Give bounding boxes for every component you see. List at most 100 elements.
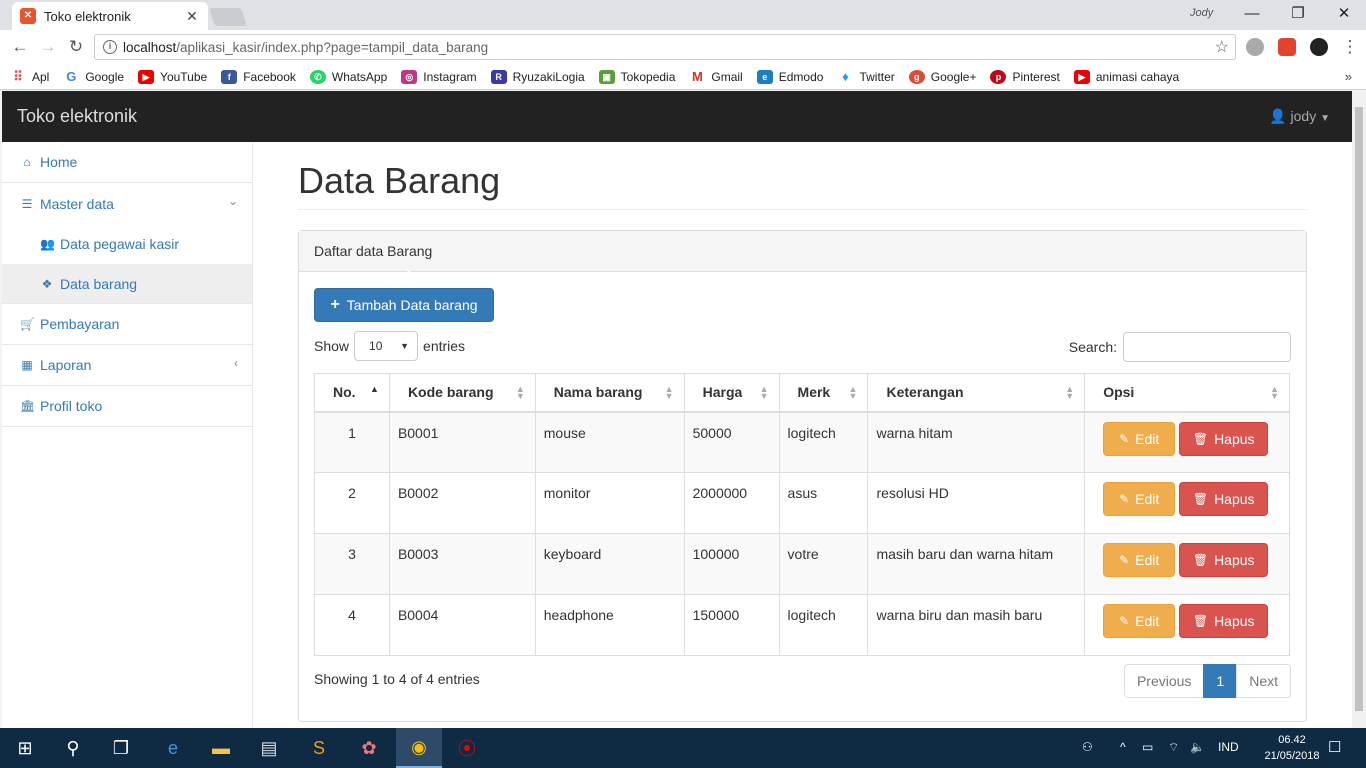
previous-page-button[interactable]: Previous (1123, 664, 1205, 698)
extension-icon[interactable] (1278, 38, 1296, 56)
url-field[interactable]: i localhost /aplikasi_kasir/index.php?pa… (94, 34, 1236, 60)
delete-button[interactable]: 🗑 Hapus (1179, 604, 1269, 638)
scrollbar-thumb[interactable] (1355, 107, 1363, 711)
wifi-icon[interactable]: ⌔ (1168, 740, 1179, 755)
edmodo-icon: e (756, 69, 773, 84)
sidebar-item-barang[interactable]: ❖ Data barang (2, 264, 252, 304)
tab-close-icon[interactable]: ✕ (184, 8, 200, 25)
window-user-label[interactable]: Jody (1190, 7, 1213, 19)
clock[interactable]: 06.42 21/05/2018 (1260, 732, 1324, 764)
file-explorer-icon[interactable]: ▬ (198, 728, 244, 768)
browser-titlebar: ✕ Toko elektronik ✕ Jody — ❐ ✕ (0, 0, 1366, 30)
bookmark-item[interactable]: ✆ WhatsApp (309, 69, 387, 84)
add-item-button[interactable]: + Tambah Data barang (314, 288, 494, 322)
app-brand[interactable]: Toko elektronik (17, 106, 137, 127)
delete-button[interactable]: 🗑 Hapus (1179, 421, 1269, 456)
column-header-merk[interactable]: Merk ▲ ▼ (778, 373, 869, 413)
column-header-no[interactable]: No. ▲ (314, 373, 390, 413)
next-page-button[interactable]: Next (1236, 664, 1291, 698)
bookmark-star-icon[interactable]: ☆ (1215, 37, 1229, 57)
vertical-scrollbar[interactable] (1352, 91, 1366, 728)
search-icon[interactable]: ⚲ (50, 728, 96, 768)
bookmark-item[interactable]: e Edmodo (756, 69, 823, 84)
sidebar-item-pembayaran[interactable]: 🛒 Pembayaran (2, 304, 252, 345)
forward-icon[interactable]: → (36, 35, 60, 59)
database-icon: ☰ (21, 196, 33, 211)
sidebar-item-pegawai[interactable]: 👥 Data pegawai kasir (2, 224, 252, 264)
trash-icon: 🗑 (1192, 553, 1209, 567)
chrome-menu-icon[interactable]: ⋮ (1338, 35, 1362, 59)
paint-icon[interactable]: ✿ (346, 728, 392, 768)
table-row: 4 B0004 headphone 150000 logitech warna … (314, 594, 1290, 656)
sidebar: ⌂ Home ☰ Master data ⌄ 👥 Data pegawai kasir … (2, 142, 253, 728)
delete-button[interactable]: 🗑 Hapus (1179, 482, 1269, 516)
tray-arrow-icon[interactable]: ^ (1120, 740, 1126, 754)
bookmark-item[interactable]: G Google (63, 69, 124, 84)
bookmark-item[interactable]: ▶ YouTube (138, 69, 207, 84)
bookmark-item[interactable]: M Gmail (689, 69, 743, 84)
minimize-button[interactable]: — (1232, 3, 1272, 27)
bookmark-item[interactable]: ▶ animasi cahaya (1073, 69, 1179, 84)
column-header-nama[interactable]: Nama barang ▲ ▼ (534, 373, 685, 413)
browser-tab[interactable]: ✕ Toko elektronik ✕ (12, 2, 208, 30)
language-indicator[interactable]: IND (1218, 740, 1239, 754)
cart-icon: 🛒 (20, 317, 35, 331)
extension-icon[interactable] (1310, 38, 1328, 56)
table-row: 1 B0001 mouse 50000 logitech warna hitam… (314, 411, 1290, 473)
table-icon: ▦ (21, 358, 33, 372)
more-bookmarks-icon[interactable]: » (1345, 69, 1352, 84)
restore-button[interactable]: ❐ (1278, 3, 1318, 27)
instagram-icon: ◎ (401, 69, 418, 84)
sidebar-item-profil[interactable]: 🏛 Profil toko (2, 386, 252, 427)
volume-icon[interactable]: 🔈 (1190, 740, 1205, 754)
edit-button[interactable]: ✎ Edit (1103, 482, 1176, 516)
windows-start-icon[interactable]: ⊞ (2, 728, 48, 768)
bookmark-item[interactable]: R RyuzakiLogia (490, 69, 585, 84)
back-icon[interactable]: ← (8, 35, 32, 59)
bookmark-item[interactable]: ▣ Tokopedia (598, 69, 675, 84)
sublime-icon[interactable]: S (296, 728, 342, 768)
sidebar-item-laporan[interactable]: ▦ Laporan ‹ (2, 345, 252, 386)
bookmark-item[interactable]: ♦ Twitter (837, 69, 895, 84)
edit-icon: ✎ (1119, 492, 1130, 506)
bookmark-item[interactable]: p Pinterest (990, 69, 1060, 84)
column-header-harga[interactable]: Harga ▲ ▼ (683, 373, 780, 413)
chrome-icon[interactable]: ◉ (396, 728, 442, 768)
column-header-keterangan[interactable]: Keterangan ▲ ▼ (867, 373, 1086, 413)
extension-icon[interactable] (1246, 38, 1264, 56)
page-1-button[interactable]: 1 (1203, 664, 1238, 698)
user-icon: 👤 (1269, 108, 1287, 124)
recorder-icon[interactable]: ⦿ (444, 728, 490, 768)
people-icon[interactable]: ⚇ (1082, 740, 1093, 754)
bookmark-item[interactable]: f Facebook (221, 69, 296, 84)
battery-icon[interactable]: ▭ (1142, 740, 1153, 754)
entries-select[interactable]: 10 ▼ (354, 331, 419, 361)
bookmark-item[interactable]: g Google+ (908, 69, 976, 84)
edit-button[interactable]: ✎ Edit (1103, 421, 1176, 456)
user-menu[interactable]: 👤 jody ▼ (1269, 108, 1330, 125)
delete-button[interactable]: 🗑 Hapus (1179, 543, 1269, 577)
new-tab-button[interactable] (209, 8, 247, 26)
column-header-opsi[interactable]: Opsi ▲ ▼ (1084, 373, 1290, 413)
edit-button[interactable]: ✎ Edit (1103, 604, 1176, 638)
reload-icon[interactable]: ↻ (64, 35, 88, 59)
search-input[interactable] (1123, 332, 1291, 362)
task-view-icon[interactable]: ❐ (98, 728, 144, 768)
chevron-down-icon: ⌄ (227, 194, 238, 208)
edge-icon[interactable]: e (150, 728, 196, 768)
cubes-icon: ❖ (41, 276, 53, 291)
notifications-icon[interactable]: ☐ (1328, 738, 1341, 756)
sidebar-item-master-data[interactable]: ☰ Master data ⌄ (2, 183, 252, 224)
bookmark-item[interactable]: ⠿ Apl (10, 68, 49, 84)
column-header-kode[interactable]: Kode barang ▲ ▼ (388, 373, 536, 413)
entries-length-control: Show 10 ▼ entries (314, 331, 465, 361)
close-window-button[interactable]: ✕ (1324, 3, 1364, 27)
edit-button[interactable]: ✎ Edit (1103, 543, 1176, 577)
store-icon[interactable]: ▤ (246, 728, 292, 768)
info-icon[interactable]: i (103, 40, 117, 54)
bookmark-item[interactable]: ◎ Instagram (401, 69, 477, 84)
row-actions: ✎ Edit 🗑 Hapus (1084, 472, 1290, 534)
apps-grid-icon: ⠿ (13, 68, 23, 84)
trash-icon: 🗑 (1192, 431, 1209, 446)
sidebar-item-home[interactable]: ⌂ Home (2, 142, 252, 183)
